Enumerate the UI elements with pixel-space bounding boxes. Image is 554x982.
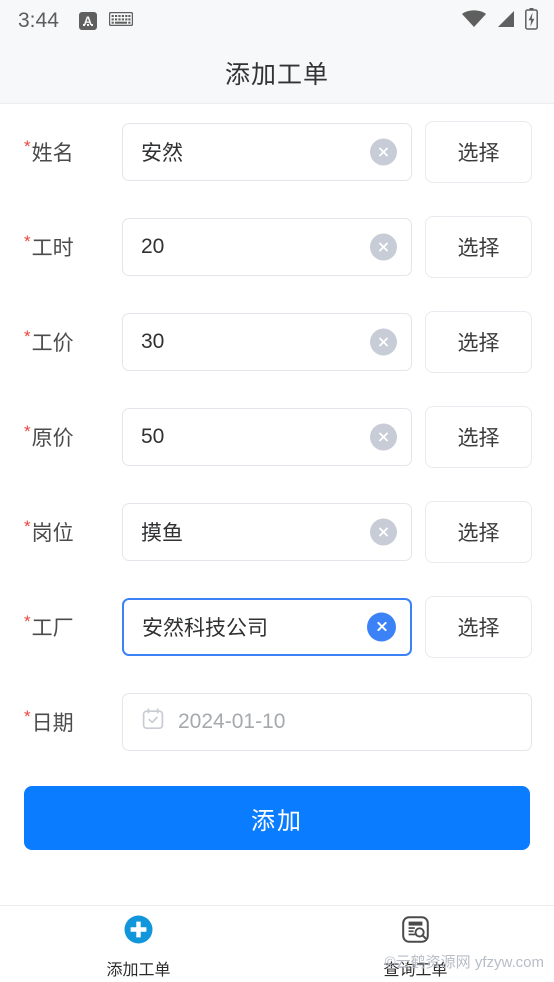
clear-icon[interactable]	[370, 233, 397, 260]
name-input-value: 安然	[141, 141, 183, 165]
select-button-name[interactable]: 选择	[425, 120, 532, 183]
select-button-work-hours[interactable]: 选择	[425, 215, 532, 278]
add-button[interactable]: 添加	[24, 786, 530, 850]
field-label-text: 工时	[31, 236, 74, 260]
field-label-text: 日期	[31, 711, 74, 735]
position-input-value: 摸鱼	[141, 521, 183, 545]
wifi-icon	[461, 9, 487, 34]
form-row: * 姓名 安然 选择	[0, 104, 554, 199]
field-label-text: 工厂	[31, 616, 74, 640]
ime-indicator-icon: A	[78, 12, 97, 30]
clear-icon[interactable]	[370, 138, 397, 165]
required-star-icon: *	[24, 136, 31, 156]
form-row-date: * 日期 2024-01-10	[0, 674, 554, 769]
clear-icon[interactable]	[370, 328, 397, 355]
select-button-factory[interactable]: 选择	[425, 595, 532, 658]
original-price-input[interactable]: 50	[122, 407, 412, 466]
factory-input-value: 安然科技公司	[142, 616, 268, 640]
wage-input-value: 30	[141, 329, 165, 353]
select-button-position[interactable]: 选择	[425, 500, 532, 563]
work-hours-input[interactable]: 20	[122, 217, 412, 276]
add-circle-icon	[122, 913, 155, 951]
select-button-wage[interactable]: 选择	[425, 310, 532, 373]
field-label-text: 岗位	[31, 521, 74, 545]
status-bar: 3:44 A	[0, 0, 554, 42]
field-label-date: * 日期	[0, 707, 122, 737]
page-header: 添加工单	[0, 42, 554, 104]
form-row: * 工厂 安然科技公司 选择	[0, 579, 554, 674]
date-picker-input[interactable]: 2024-01-10	[122, 692, 532, 751]
calendar-icon	[141, 707, 165, 736]
required-star-icon: *	[24, 421, 31, 441]
form-row: * 工价 30 选择	[0, 294, 554, 389]
select-button-original-price[interactable]: 选择	[425, 405, 532, 468]
submit-area: 添加	[0, 769, 554, 850]
work-hours-input-value: 20	[141, 234, 165, 258]
field-label-factory: * 工厂	[0, 612, 122, 642]
position-input[interactable]: 摸鱼	[122, 502, 412, 561]
status-bar-left-icons: A	[78, 11, 134, 31]
wage-input[interactable]: 30	[122, 312, 412, 371]
tab-query-work-order[interactable]: 查询工单	[277, 906, 554, 982]
tab-label-query-work-order: 查询工单	[383, 961, 448, 979]
field-label-work-hours: * 工时	[0, 232, 122, 262]
work-order-form: * 姓名 安然 选择 * 工时 20 选择 * 工价 30 选择 * 原价 50…	[0, 104, 554, 905]
field-label-text: 姓名	[31, 141, 74, 165]
required-star-icon: *	[24, 706, 31, 726]
status-bar-clock: 3:44	[18, 9, 59, 32]
clear-icon[interactable]	[370, 518, 397, 545]
clear-icon[interactable]	[367, 612, 396, 641]
factory-input[interactable]: 安然科技公司	[122, 597, 412, 656]
date-value: 2024-01-10	[178, 709, 286, 733]
required-star-icon: *	[24, 516, 31, 536]
document-search-icon	[399, 913, 432, 951]
bottom-tab-bar: 添加工单 查询工单 ©云鹤资源网 yfzyw.com	[0, 905, 554, 982]
app-root: 3:44 A 添加工单 * 姓名 安然 选择 * 工时 20 选择 * 工价 3…	[0, 0, 554, 982]
clear-icon[interactable]	[370, 423, 397, 450]
tab-add-work-order[interactable]: 添加工单	[0, 906, 277, 982]
field-label-wage: * 工价	[0, 327, 122, 357]
name-input[interactable]: 安然	[122, 122, 412, 181]
required-star-icon: *	[24, 611, 31, 631]
cellular-signal-icon	[496, 9, 516, 34]
required-star-icon: *	[24, 326, 31, 346]
field-label-text: 工价	[31, 331, 74, 355]
required-star-icon: *	[24, 231, 31, 251]
field-label-text: 原价	[31, 426, 74, 450]
original-price-input-value: 50	[141, 424, 165, 448]
form-row: * 岗位 摸鱼 选择	[0, 484, 554, 579]
battery-charging-icon	[525, 7, 538, 35]
tab-label-add-work-order: 添加工单	[106, 961, 171, 979]
page-title: 添加工单	[224, 60, 329, 89]
form-row: * 原价 50 选择	[0, 389, 554, 484]
keyboard-icon	[108, 11, 134, 31]
form-row: * 工时 20 选择	[0, 199, 554, 294]
status-bar-right-icons	[461, 7, 538, 35]
field-label-original-price: * 原价	[0, 422, 122, 452]
field-label-position: * 岗位	[0, 517, 122, 547]
field-label-name: * 姓名	[0, 137, 122, 167]
